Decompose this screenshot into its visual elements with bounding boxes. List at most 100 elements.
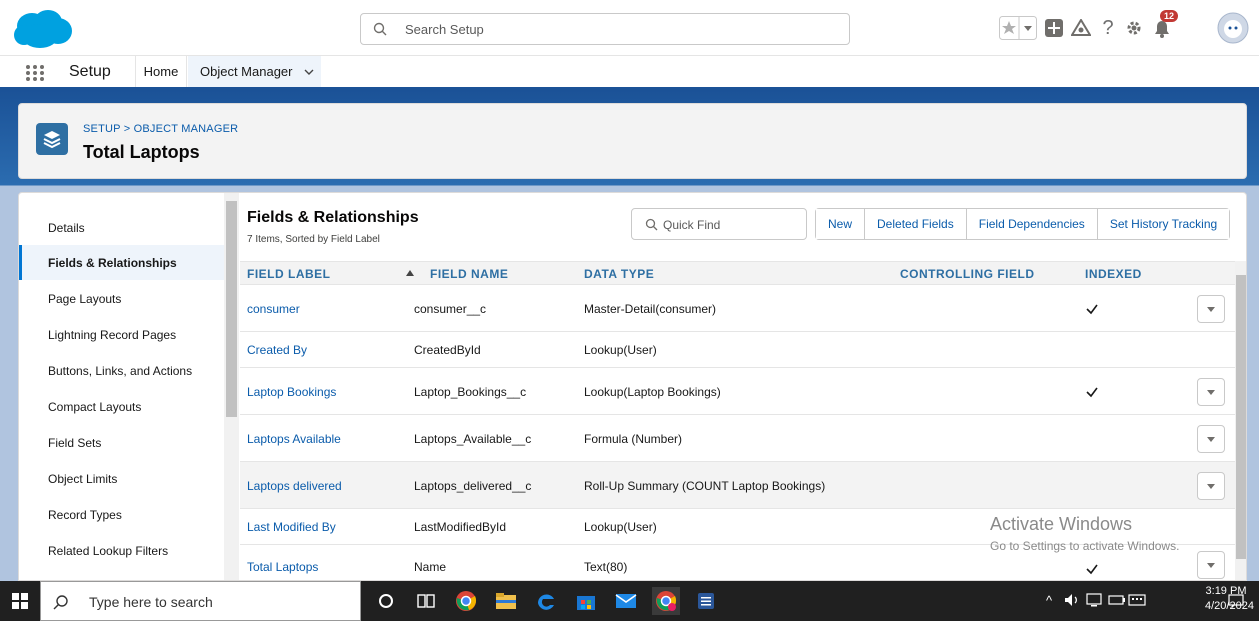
field-api-name: Laptops_delivered__c xyxy=(414,479,532,493)
field-data-type: Lookup(Laptop Bookings) xyxy=(584,385,721,399)
row-actions-dropdown-button[interactable] xyxy=(1197,425,1225,453)
sidenav-item-field-sets[interactable]: Field Sets xyxy=(19,425,224,460)
field-label-link[interactable]: Created By xyxy=(247,343,307,357)
chrome-profile-icon[interactable] xyxy=(652,587,680,615)
row-actions-dropdown-button[interactable] xyxy=(1197,378,1225,406)
sidenav-item-fields-relationships[interactable]: Fields & Relationships xyxy=(19,245,224,280)
chevron-down-icon xyxy=(1207,307,1215,312)
search-icon xyxy=(645,218,658,231)
field-label-link[interactable]: Laptops Available xyxy=(247,432,341,446)
word-icon[interactable] xyxy=(692,587,720,615)
table-header: FIELD LABEL FIELD NAME DATA TYPE CONTROL… xyxy=(240,261,1235,285)
row-actions-dropdown-button[interactable] xyxy=(1197,551,1225,579)
windows-start-icon[interactable] xyxy=(6,587,34,615)
notification-center-icon[interactable] xyxy=(1228,593,1244,612)
app-navigation-bar: Setup Home Object Manager xyxy=(0,56,1259,90)
table-scroll-thumb[interactable] xyxy=(1236,275,1246,559)
battery-icon[interactable] xyxy=(1108,593,1126,610)
app-name: Setup xyxy=(69,63,111,80)
table-scrollbar[interactable] xyxy=(1235,261,1246,580)
file-explorer-icon[interactable] xyxy=(492,587,520,615)
column-header-data-type[interactable]: DATA TYPE xyxy=(584,267,654,281)
notification-badge: 12 xyxy=(1160,10,1179,22)
edge-icon[interactable] xyxy=(532,587,560,615)
sidenav-item-details[interactable]: Details xyxy=(19,210,224,245)
column-header-indexed[interactable]: INDEXED xyxy=(1085,267,1142,281)
sidenav-scrollbar[interactable] xyxy=(224,193,239,580)
indexed-check-icon xyxy=(1086,387,1098,398)
activate-windows-watermark-title: Activate Windows xyxy=(990,514,1133,534)
fields-button-group: New Deleted Fields Field Dependencies Se… xyxy=(815,208,1231,240)
field-api-name: consumer__c xyxy=(414,302,487,316)
breadcrumb[interactable]: SETUP > OBJECT MANAGER xyxy=(83,123,238,135)
notifications-bell-icon[interactable]: 12 xyxy=(1149,10,1179,46)
setup-search-input[interactable]: Search Setup xyxy=(360,13,850,45)
sidenav-item-related-lookup-filters[interactable]: Related Lookup Filters xyxy=(19,533,224,568)
windows-taskbar: Type here to search ^ 3:19 PM 4/20/2024 xyxy=(0,581,1259,621)
row-actions-dropdown-button[interactable] xyxy=(1197,472,1225,500)
field-label-link[interactable]: Total Laptops xyxy=(247,560,318,574)
sidenav-item-buttons-links-actions[interactable]: Buttons, Links, and Actions xyxy=(19,353,224,388)
sidenav-item-lightning-record-pages[interactable]: Lightning Record Pages xyxy=(19,317,224,352)
table-row: Laptop Bookings Laptop_Bookings__c Looku… xyxy=(240,368,1235,415)
help-icon[interactable]: ? xyxy=(1097,10,1119,46)
show-hidden-icons-chevron-icon[interactable]: ^ xyxy=(1046,593,1052,608)
page-title: Total Laptops xyxy=(83,142,200,162)
set-history-tracking-button[interactable]: Set History Tracking xyxy=(1097,209,1230,239)
field-data-type: Text(80) xyxy=(584,560,628,574)
field-label-link[interactable]: Laptop Bookings xyxy=(247,385,336,399)
sidenav-item-object-limits[interactable]: Object Limits xyxy=(19,461,224,496)
field-label-link[interactable]: consumer xyxy=(247,302,300,316)
chrome-icon[interactable] xyxy=(452,587,480,615)
chevron-down-icon xyxy=(1207,563,1215,568)
field-api-name: Laptops_Available__c xyxy=(414,432,532,446)
keyboard-icon[interactable] xyxy=(1128,593,1146,610)
sidenav-item-record-types[interactable]: Record Types xyxy=(19,497,224,532)
mail-icon[interactable] xyxy=(612,587,640,615)
cortana-icon[interactable] xyxy=(372,587,400,615)
object-layers-icon xyxy=(36,123,68,155)
network-icon[interactable] xyxy=(1086,593,1102,610)
chevron-down-icon[interactable] xyxy=(303,66,315,78)
sidenav-scroll-thumb[interactable] xyxy=(226,201,237,417)
object-sidenav: Details Fields & Relationships Page Layo… xyxy=(19,193,224,580)
user-avatar[interactable] xyxy=(1215,10,1251,46)
field-data-type: Formula (Number) xyxy=(584,432,683,446)
field-label-link[interactable]: Last Modified By xyxy=(247,520,336,534)
quick-find-placeholder: Quick Find xyxy=(663,218,721,232)
favorites-star-icon[interactable] xyxy=(999,10,1037,46)
field-data-type: Lookup(User) xyxy=(584,520,657,534)
store-icon[interactable] xyxy=(572,587,600,615)
field-api-name: Laptop_Bookings__c xyxy=(414,385,527,399)
tab-object-manager[interactable]: Object Manager xyxy=(188,56,321,90)
column-header-field-name[interactable]: FIELD NAME xyxy=(430,267,508,281)
field-dependencies-button[interactable]: Field Dependencies xyxy=(966,209,1098,239)
salesforce-cloud-logo[interactable] xyxy=(12,9,74,49)
global-header: Search Setup ? 12 xyxy=(0,0,1259,56)
quick-find-input[interactable]: Quick Find xyxy=(631,208,807,240)
sidenav-item-compact-layouts[interactable]: Compact Layouts xyxy=(19,389,224,424)
new-field-button[interactable]: New xyxy=(816,209,866,239)
search-icon xyxy=(373,22,387,36)
tab-home[interactable]: Home xyxy=(135,56,187,87)
setup-gear-icon[interactable] xyxy=(1123,10,1145,46)
field-label-link[interactable]: Laptops delivered xyxy=(247,479,342,493)
global-actions-plus-icon[interactable] xyxy=(1043,10,1065,46)
column-header-controlling-field[interactable]: CONTROLLING FIELD xyxy=(900,267,1035,281)
volume-icon[interactable] xyxy=(1064,593,1080,610)
sort-ascending-icon[interactable] xyxy=(406,269,414,277)
indexed-check-icon xyxy=(1086,564,1098,575)
taskbar-search-placeholder: Type here to search xyxy=(89,594,213,610)
trailhead-icon[interactable] xyxy=(1069,10,1093,46)
task-view-icon[interactable] xyxy=(412,587,440,615)
field-api-name: LastModifiedById xyxy=(414,520,507,534)
taskbar-search-input[interactable]: Type here to search xyxy=(40,581,361,621)
row-actions-dropdown-button[interactable] xyxy=(1197,295,1225,323)
sidenav-item-page-layouts[interactable]: Page Layouts xyxy=(19,281,224,316)
field-api-name: Name xyxy=(414,560,447,574)
chevron-down-icon xyxy=(1207,437,1215,442)
section-title: Fields & Relationships xyxy=(247,209,419,226)
column-header-field-label[interactable]: FIELD LABEL xyxy=(247,267,331,281)
deleted-fields-button[interactable]: Deleted Fields xyxy=(865,209,967,239)
app-launcher-waffle-icon[interactable] xyxy=(25,64,45,82)
